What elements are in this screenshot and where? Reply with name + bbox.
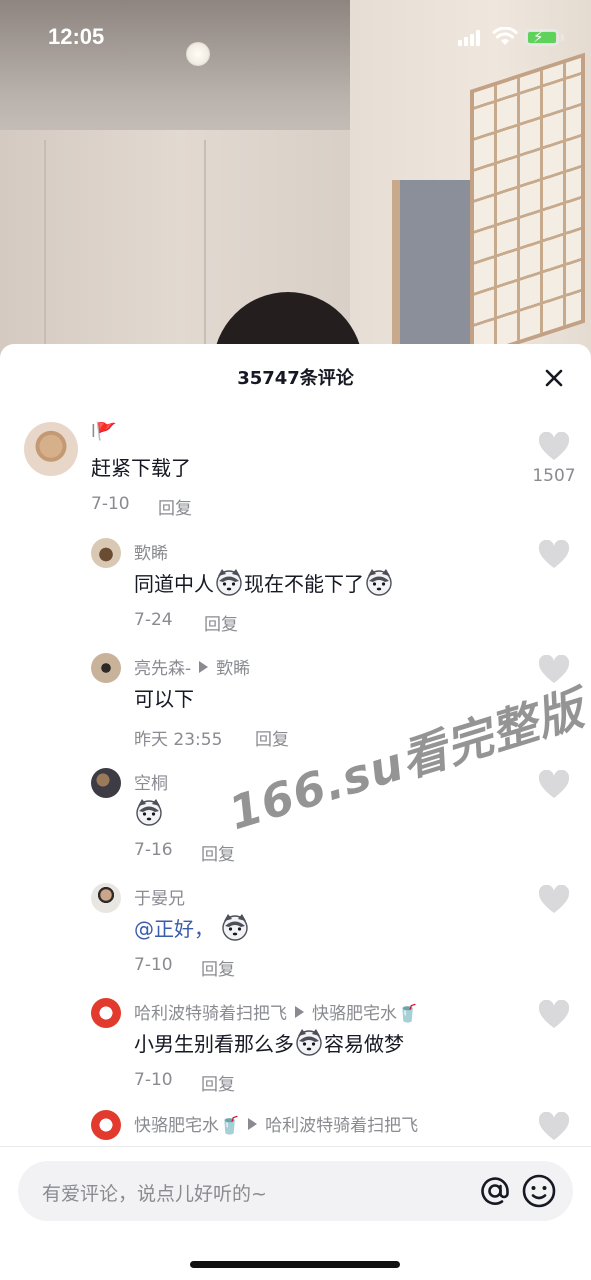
comment-date: 7-10 [134,955,173,975]
heart-icon [538,1111,570,1140]
charging-icon: ⚡ [533,28,544,46]
avatar[interactable] [91,768,121,798]
comment-text-part: 小男生别看那么多 [134,1032,294,1056]
smiley-icon [522,1174,556,1208]
comment-date: 7-16 [134,840,173,860]
comment-date: 昨天 23:55 [134,730,223,750]
battery-cap [561,34,564,41]
reply-arrow-icon [295,1006,304,1018]
avatar[interactable] [91,998,121,1028]
comment-date: 7-24 [134,610,173,630]
comment-text: @正好， [134,913,250,942]
heart-icon [538,884,570,913]
like-button[interactable] [538,539,570,570]
like-count: 1507 [532,466,576,486]
reply-target[interactable]: 快骆肥宅水🥤 [312,1004,418,1024]
avatar[interactable] [91,538,121,568]
status-bar: 12:05 ⚡ [0,0,591,76]
close-icon [545,369,563,387]
mention-button[interactable] [476,1172,514,1210]
comment-text-part: 容易做梦 [324,1032,404,1056]
signal-icon [458,30,484,46]
reply-target[interactable]: 歅睎 [216,659,250,679]
emoji-button[interactable] [520,1172,558,1210]
heart-icon [538,539,570,568]
reply-author[interactable]: 快骆肥宅水🥤 [134,1116,240,1136]
comment-username[interactable]: 空桐 [134,769,168,794]
husky-emoji-icon [296,1029,322,1056]
husky-emoji-icon [222,914,249,941]
comment-text: 小男生别看那么多 容易做梦 [134,1028,404,1057]
comment-input-bar: 有爱评论，说点儿好听的~ [0,1146,591,1280]
reply-button[interactable]: 回复 [201,1070,235,1095]
avatar[interactable] [91,1110,121,1140]
comment-username[interactable]: l🚩 [91,422,117,442]
comment-text: 赶紧下载了 [91,456,191,480]
like-button[interactable] [538,1111,570,1142]
heart-icon [538,431,570,460]
reply-item[interactable]: 哈利波特骑着扫把飞 快骆肥宅水🥤 小男生别看那么多 容易做梦 7-10 回复 [0,998,591,1098]
comment-text [134,798,164,826]
reply-author[interactable]: 哈利波特骑着扫把飞 [134,1004,287,1024]
reply-target[interactable]: 哈利波特骑着扫把飞 [265,1116,418,1136]
doorway [392,180,482,360]
comment-input[interactable]: 有爱评论，说点儿好听的~ [18,1161,573,1221]
home-indicator[interactable] [190,1261,400,1268]
comment-date: 7-10 [134,1070,173,1090]
avatar[interactable] [91,653,121,683]
comment-text-part: 现在不能下了 [244,572,364,596]
avatar[interactable] [91,883,121,913]
sheet-header: 35747条评论 [0,344,591,406]
like-button[interactable] [538,999,570,1030]
like-button[interactable] [538,884,570,915]
husky-emoji-icon [136,799,162,826]
reply-item[interactable]: 于晏兄 @正好， 7-10 回复 [0,883,591,983]
comment-text: 可以下 [134,687,194,711]
reply-item[interactable]: 歅睎 同道中人 现在不能下了 7-24 回复 [0,538,591,638]
reply-author[interactable]: 亮先森- [134,659,191,679]
husky-emoji-icon [366,569,392,596]
avatar[interactable] [24,422,78,476]
mention-link[interactable]: @正好， [134,917,214,941]
wall-panel-line [44,140,46,360]
comment-username[interactable]: 于晏兄 [134,884,185,909]
comment-date: 7-10 [91,494,130,514]
close-button[interactable] [536,360,572,396]
reply-button[interactable]: 回复 [158,494,192,519]
heart-icon [538,999,570,1028]
reply-item[interactable]: 快骆肥宅水🥤 哈利波特骑着扫把飞 [0,1110,591,1146]
comment-username: 哈利波特骑着扫把飞 快骆肥宅水🥤 [134,999,418,1024]
at-icon [481,1177,509,1205]
shoji-screen [470,52,585,360]
wifi-icon [492,27,518,45]
like-button[interactable] [538,769,570,800]
comment-item[interactable]: l🚩 赶紧下载了 7-10 回复 1507 [0,422,591,522]
comment-text-part: 同道中人 [134,572,214,596]
comment-username: 亮先森- 歅睎 [134,654,250,679]
comment-username: 快骆肥宅水🥤 哈利波特骑着扫把飞 [134,1111,418,1136]
comment-text: 同道中人 现在不能下了 [134,568,394,597]
reply-arrow-icon [248,1118,258,1130]
reply-button[interactable]: 回复 [201,840,235,865]
husky-emoji-icon [216,569,242,596]
status-time: 12:05 [48,24,105,49]
reply-button[interactable]: 回复 [201,955,235,980]
reply-arrow-icon [199,661,209,673]
reply-button[interactable]: 回复 [255,725,289,750]
comment-count-title: 35747条评论 [237,368,354,389]
like-button[interactable] [538,431,570,462]
comment-username[interactable]: 歅睎 [134,539,168,564]
wall-panel-line [204,140,206,360]
heart-icon [538,769,570,798]
input-placeholder: 有爱评论，说点儿好听的~ [42,1183,267,1205]
reply-button[interactable]: 回复 [204,610,238,635]
